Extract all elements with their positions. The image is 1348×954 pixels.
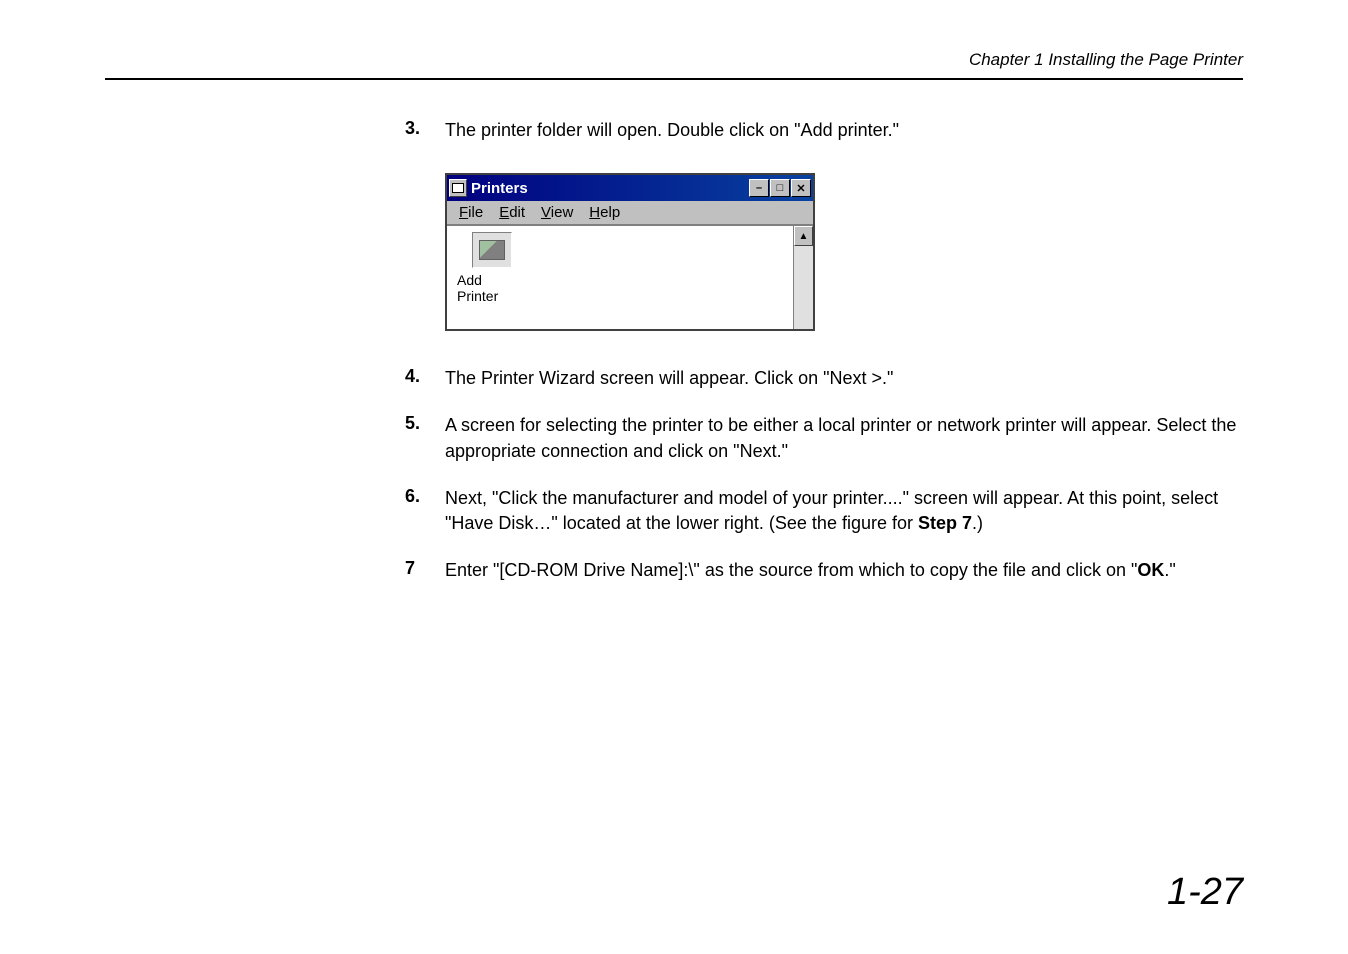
step-3: 3. The printer folder will open. Double … [405,118,1243,143]
step-text: Enter "[CD-ROM Drive Name]:\" as the sou… [445,558,1176,583]
step-text: The Printer Wizard screen will appear. C… [445,366,893,391]
step-number: 3. [405,118,445,139]
menu-file[interactable]: File [451,202,491,223]
add-printer-label: Add Printer [457,272,527,304]
titlebar: Printers – □ ✕ [447,175,813,201]
step-text: The printer folder will open. Double cli… [445,118,899,143]
window-title: Printers [471,180,528,197]
add-printer-item[interactable]: Add Printer [457,232,527,304]
step-number: 7 [405,558,445,579]
menu-view[interactable]: View [533,202,581,223]
step-number: 6. [405,486,445,507]
window-content: Add Printer ▲ [447,225,813,329]
scroll-up-button[interactable]: ▲ [794,226,813,246]
step-5: 5. A screen for selecting the printer to… [405,413,1243,463]
step-number: 4. [405,366,445,387]
step-number: 5. [405,413,445,434]
page-number: 1-27 [1167,871,1243,914]
step-4: 4. The Printer Wizard screen will appear… [405,366,1243,391]
window-frame: Printers – □ ✕ File Edit View Help [445,173,815,331]
minimize-button[interactable]: – [749,179,769,197]
step-7: 7 Enter "[CD-ROM Drive Name]:\" as the s… [405,558,1243,583]
printers-folder-icon [449,179,467,197]
printer-icon [472,232,512,268]
scrollbar[interactable]: ▲ [793,226,813,329]
header-divider [105,78,1243,80]
chapter-header: Chapter 1 Installing the Page Printer [105,50,1243,70]
menu-edit[interactable]: Edit [491,202,533,223]
menu-help[interactable]: Help [581,202,628,223]
scroll-track[interactable] [794,246,813,329]
step-text: A screen for selecting the printer to be… [445,413,1243,463]
close-button[interactable]: ✕ [791,179,811,197]
printers-window-figure: Printers – □ ✕ File Edit View Help [445,173,1243,331]
menubar: File Edit View Help [447,201,813,225]
maximize-button[interactable]: □ [770,179,790,197]
step-6: 6. Next, "Click the manufacturer and mod… [405,486,1243,536]
step-text: Next, "Click the manufacturer and model … [445,486,1243,536]
